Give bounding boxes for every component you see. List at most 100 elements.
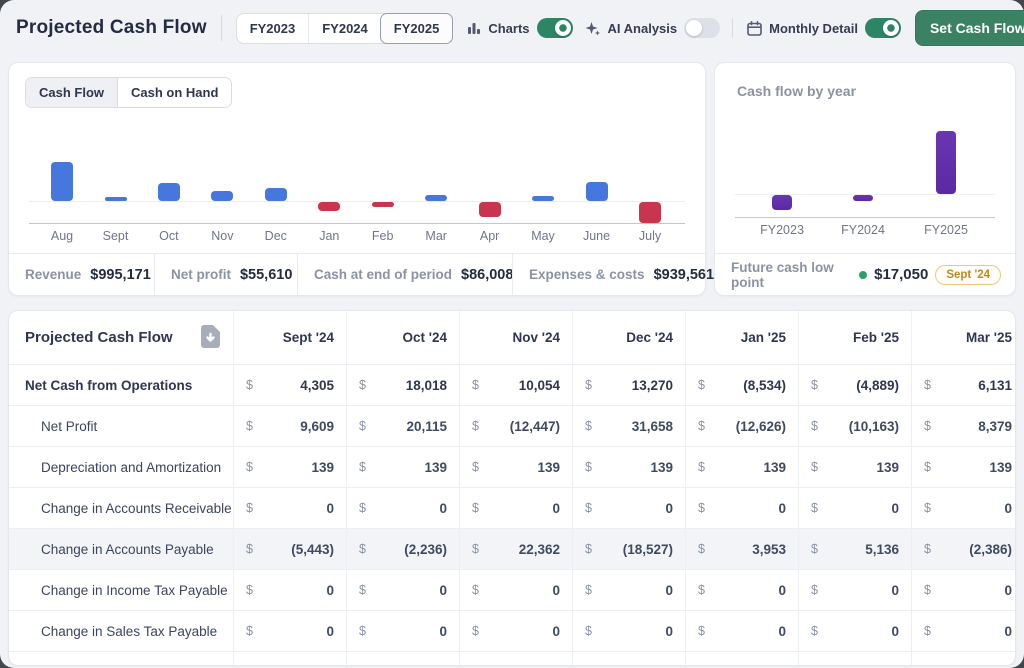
bar-mar[interactable] — [425, 195, 448, 201]
stat-revenue: Revenue $995,171 — [9, 254, 154, 295]
file-download-icon — [200, 324, 220, 351]
toggle-group-monthly-detail: Monthly Detail — [732, 18, 901, 38]
table-cell: $0 — [233, 611, 346, 651]
currency-symbol: $ — [811, 624, 818, 638]
row-label — [9, 652, 233, 665]
cell-value: 0 — [1004, 623, 1012, 639]
cell-value: 139 — [424, 459, 447, 475]
table-cell: $ (12,447) — [459, 406, 572, 446]
currency-symbol: $ — [698, 460, 705, 474]
currency-symbol: $ — [359, 378, 366, 392]
bar-sept[interactable] — [104, 197, 127, 201]
toggle-group-charts: Charts — [467, 18, 573, 38]
table-cell: $139 — [798, 447, 911, 487]
table-cell: $139 — [572, 447, 685, 487]
tab-cash-on-hand[interactable]: Cash on Hand — [117, 78, 231, 107]
bar-july[interactable] — [639, 202, 661, 223]
bar-oct[interactable] — [157, 183, 180, 201]
x-label-feb: Feb — [371, 229, 394, 243]
stat-label: Cash at end of period — [314, 267, 453, 282]
table-cell: $22,362 — [459, 529, 572, 569]
stat-label: Expenses & costs — [529, 267, 645, 282]
currency-symbol: $ — [359, 583, 366, 597]
bar-fy2024[interactable] — [853, 195, 873, 201]
export-table-button[interactable] — [200, 324, 220, 351]
bar-aug[interactable] — [51, 162, 73, 201]
cell-value: (12,447) — [509, 418, 560, 434]
x-label-fy2025: FY2025 — [924, 223, 968, 237]
table-cell — [798, 652, 911, 665]
bar-nov[interactable] — [211, 191, 234, 201]
stat-value: $55,610 — [239, 266, 293, 283]
currency-symbol: $ — [246, 624, 253, 638]
cell-value: 0 — [326, 623, 334, 639]
tab-cash-flow[interactable]: Cash Flow — [26, 78, 118, 107]
currency-symbol: $ — [924, 583, 931, 597]
bar-may[interactable] — [532, 196, 554, 201]
table-cell — [459, 652, 572, 665]
cell-value: 139 — [989, 459, 1012, 475]
column-header-oct-24: Oct '24 — [346, 311, 459, 364]
stat-net-profit: Net profit $55,610 — [153, 254, 297, 295]
bar-fy2025[interactable] — [936, 131, 956, 194]
currency-symbol: $ — [359, 419, 366, 433]
toggle-label: Monthly Detail — [769, 20, 858, 36]
table-cell: $0 — [233, 570, 346, 610]
table-cell: $0 — [798, 611, 911, 651]
cell-value: (10,163) — [848, 418, 899, 434]
header-divider — [220, 15, 222, 41]
cell-value: (5,443) — [291, 541, 334, 557]
table-row-depreciation-and-amortization: Depreciation and Amortization $139 $139 $13… — [9, 447, 1015, 488]
low-point-value: $17,050 — [874, 266, 929, 283]
table-cell: $ (12,626) — [685, 406, 798, 446]
cash-flow-card: Cash Flow Cash on Hand Aug Sept Oct Nov Dec Ja… — [8, 62, 714, 296]
year-tab-fy2025[interactable]: FY2025 — [379, 12, 454, 44]
currency-symbol: $ — [698, 624, 705, 638]
x-label-july: July — [638, 229, 662, 243]
toggle-knob — [554, 20, 571, 36]
cell-value: 139 — [311, 459, 334, 475]
bar-apr[interactable] — [478, 202, 501, 217]
currency-symbol: $ — [924, 542, 931, 556]
monthly-detail-toggle[interactable] — [864, 18, 901, 38]
bar-feb[interactable] — [371, 202, 394, 207]
x-label-fy2024: FY2024 — [841, 223, 885, 237]
bar-dec[interactable] — [264, 188, 287, 201]
table-cell: $0 — [572, 611, 685, 651]
set-cash-flow-assumptions-button[interactable]: Set Cash Flow Assumptions — [914, 10, 1024, 46]
table-cell: $5,136 — [798, 529, 911, 569]
table-cell: $0 — [911, 488, 1015, 528]
toggle-label: AI Analysis — [607, 20, 678, 36]
table-row-change-in-income-tax-payable: Change in Income Tax Payable $0 $0 $0 $0 $0 $0… — [9, 570, 1015, 611]
stat-value: $939,561 — [653, 266, 715, 283]
currency-symbol: $ — [924, 501, 931, 515]
table-body: Net Cash from Operations $4,305 $18,018 $10… — [9, 365, 1015, 665]
table-cell: $139 — [685, 447, 798, 487]
stat-label: Net profit — [170, 267, 231, 282]
cell-value: 0 — [891, 582, 899, 598]
cell-value: 139 — [650, 459, 673, 475]
cell-value: 139 — [537, 459, 560, 475]
year-tab-fy2024[interactable]: FY2024 — [308, 13, 381, 43]
bar-fy2023[interactable] — [772, 195, 792, 210]
table-title: Projected Cash Flow — [25, 329, 173, 346]
column-header-dec-24: Dec '24 — [572, 311, 685, 364]
currency-symbol: $ — [811, 583, 818, 597]
charts-toggle[interactable] — [536, 18, 573, 38]
currency-symbol: $ — [924, 378, 931, 392]
cell-value: 0 — [439, 623, 447, 639]
bar-june[interactable] — [585, 182, 608, 201]
cell-value: (2,386) — [969, 541, 1012, 557]
low-point-dot-icon — [859, 270, 868, 279]
table-row-change-in-sales-tax-payable: Change in Sales Tax Payable $0 $0 $0 $0 $0 $0 $… — [9, 611, 1015, 652]
x-label-aug: Aug — [50, 229, 74, 243]
cell-value: 0 — [1004, 500, 1012, 516]
table-cell: $6,131 — [911, 365, 1015, 405]
toggle-group-ai-analysis: AI Analysis — [585, 18, 721, 38]
currency-symbol: $ — [359, 542, 366, 556]
cell-value: 0 — [1004, 582, 1012, 598]
ai-analysis-toggle[interactable] — [684, 18, 721, 38]
year-tab-fy2023[interactable]: FY2023 — [237, 14, 309, 43]
bar-jan[interactable] — [318, 202, 341, 211]
x-label-apr: Apr — [479, 229, 500, 243]
